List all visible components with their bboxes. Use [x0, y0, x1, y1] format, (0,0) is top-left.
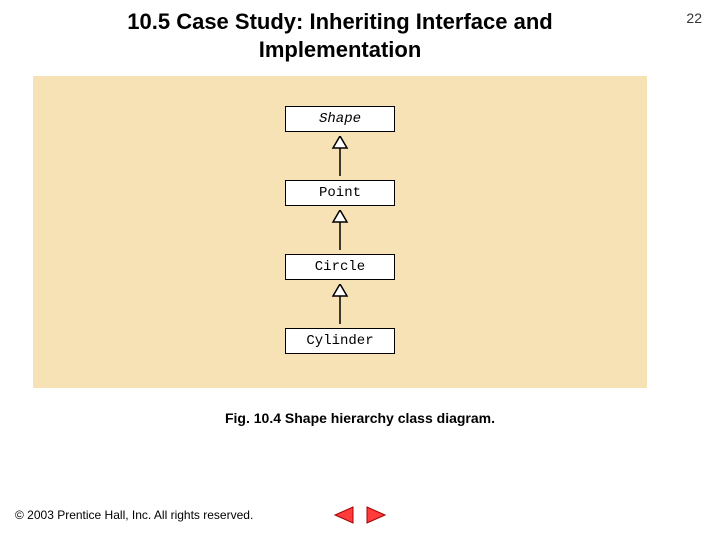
class-box-label: Circle: [315, 259, 365, 275]
class-box-label: Cylinder: [306, 333, 373, 349]
class-box-label: Point: [319, 185, 361, 201]
diagram-panel: Shape Point Circle C: [33, 76, 647, 388]
next-slide-button[interactable]: [365, 506, 387, 524]
inheritance-arrow: [330, 210, 350, 250]
triangle-right-icon: [365, 506, 387, 524]
class-box-label: Shape: [319, 111, 361, 127]
slide-nav: [333, 506, 387, 524]
prev-slide-button[interactable]: [333, 506, 355, 524]
class-box-circle: Circle: [285, 254, 395, 280]
inheritance-arrow: [330, 284, 350, 324]
slide: 10.5 Case Study: Inheriting Interface an…: [0, 0, 720, 540]
class-box-cylinder: Cylinder: [285, 328, 395, 354]
copyright-footer: © 2003 Prentice Hall, Inc. All rights re…: [15, 508, 253, 522]
triangle-left-icon: [333, 506, 355, 524]
class-box-shape: Shape: [285, 106, 395, 132]
inheritance-arrow: [330, 136, 350, 176]
class-box-point: Point: [285, 180, 395, 206]
figure-caption: Fig. 10.4 Shape hierarchy class diagram.: [0, 410, 720, 426]
slide-title: 10.5 Case Study: Inheriting Interface an…: [70, 8, 610, 63]
page-number: 22: [686, 10, 702, 26]
